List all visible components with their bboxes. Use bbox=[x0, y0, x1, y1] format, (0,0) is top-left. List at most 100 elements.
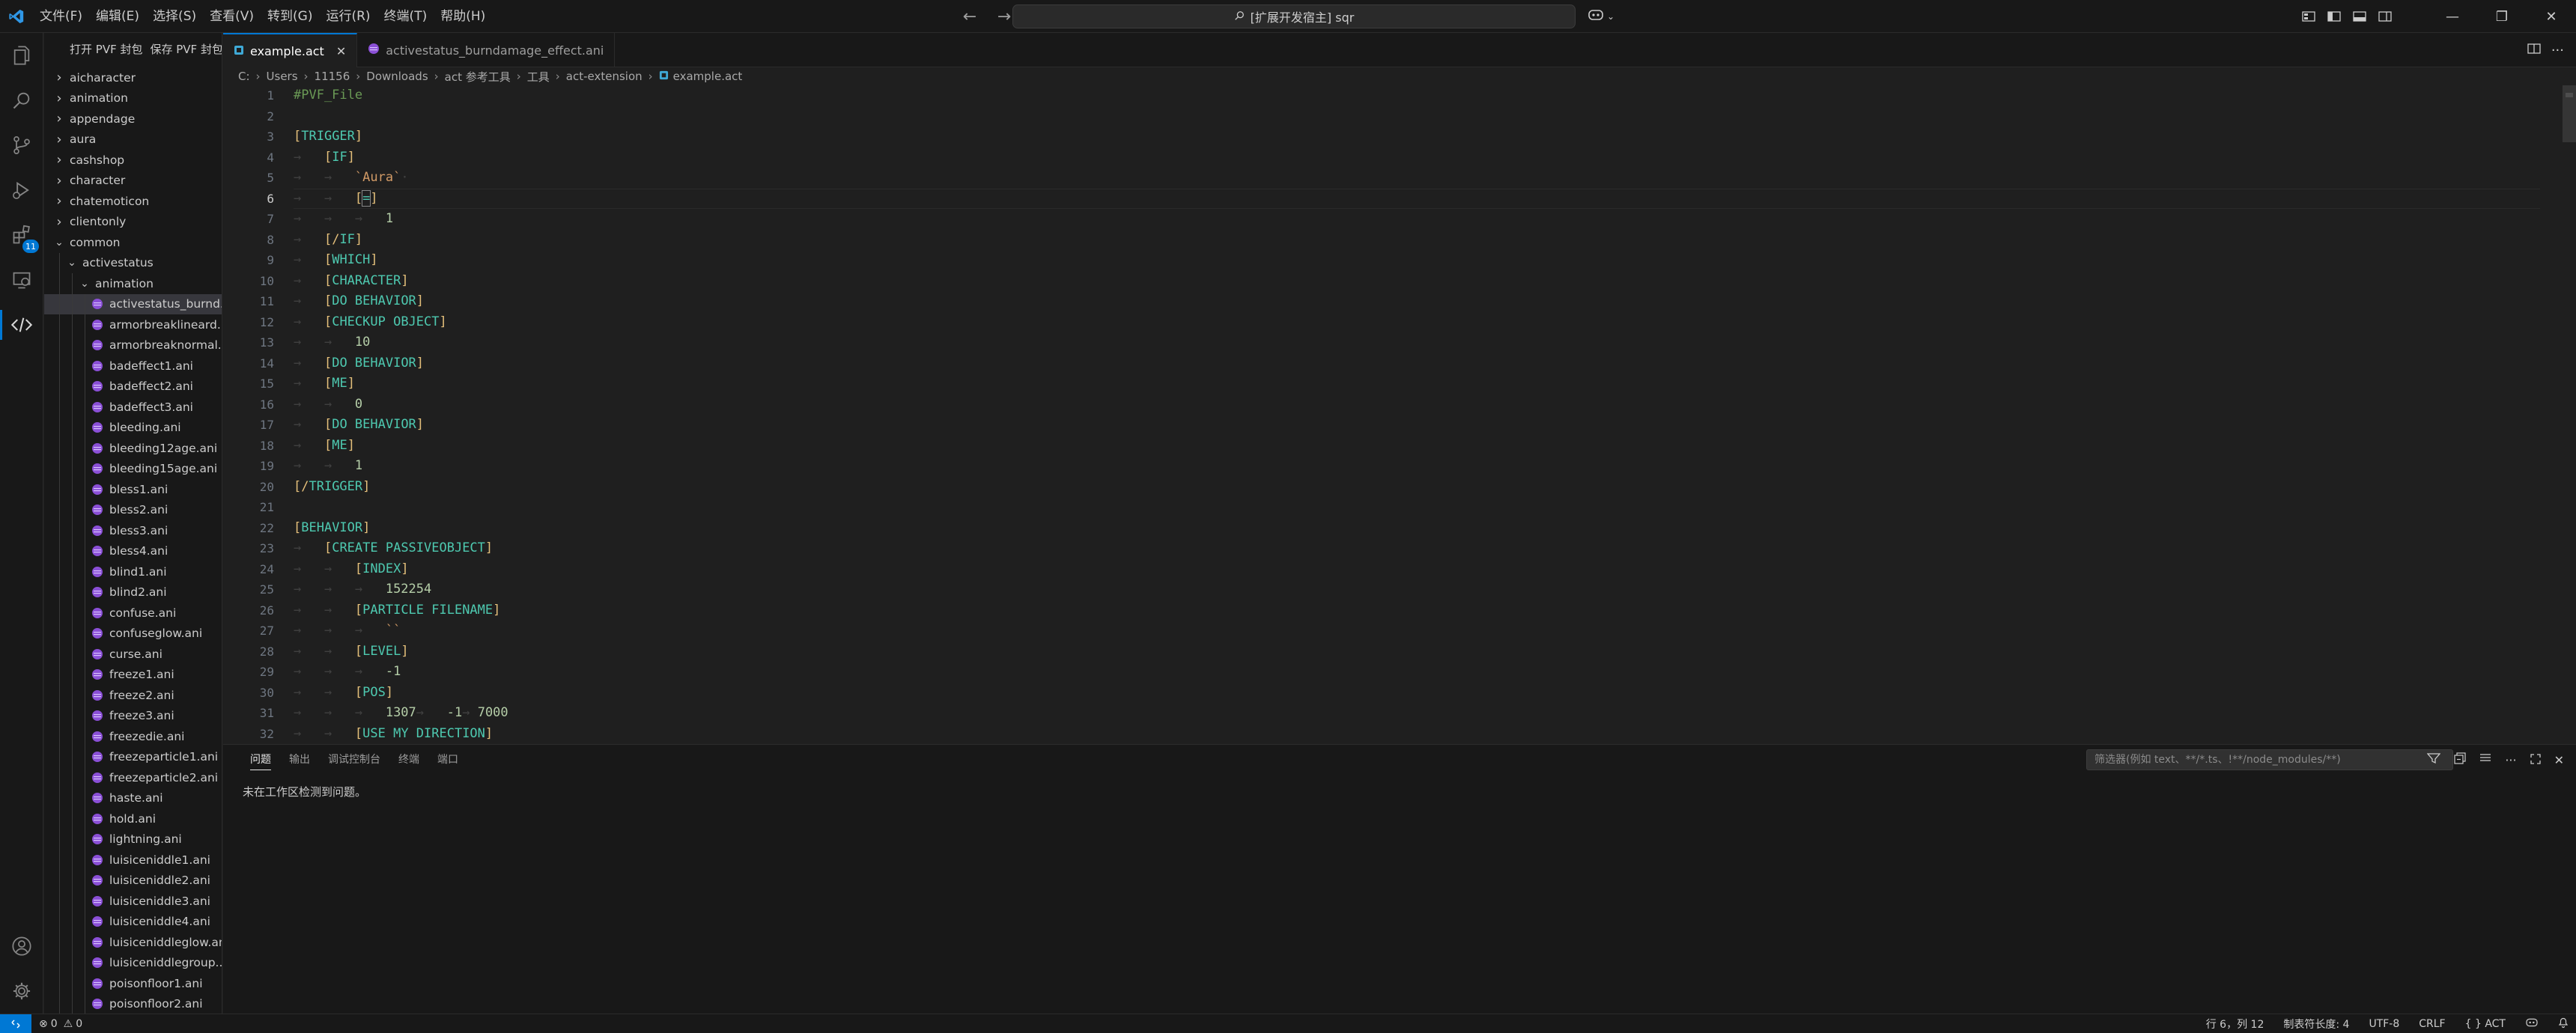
tree-file[interactable]: bleeding12age.ani bbox=[44, 438, 222, 459]
tree-file[interactable]: freezeparticle1.ani bbox=[44, 746, 222, 767]
back-arrow-icon[interactable]: ← bbox=[959, 7, 981, 26]
code-line[interactable] bbox=[294, 106, 508, 127]
panel-tab[interactable]: 端口 bbox=[428, 745, 467, 775]
restore-icon[interactable]: ❐ bbox=[2477, 0, 2527, 33]
close-panel-icon[interactable]: ✕ bbox=[2554, 753, 2564, 767]
more-actions-icon[interactable]: ··· bbox=[2505, 753, 2516, 767]
minimize-icon[interactable]: — bbox=[2428, 0, 2477, 33]
menu-item[interactable]: 终端(T) bbox=[377, 0, 434, 33]
tab-ani-file[interactable]: activestatus_burndamage_effect.ani bbox=[357, 33, 616, 67]
tree-file[interactable]: activestatus_burnd... bbox=[44, 293, 222, 314]
panel-tab[interactable]: 问题 bbox=[241, 745, 280, 775]
tree-file[interactable]: haste.ani bbox=[44, 787, 222, 808]
tree-file[interactable]: luisiceniddle4.ani bbox=[44, 911, 222, 932]
language-mode[interactable]: { } ACT bbox=[2465, 1018, 2506, 1030]
tree-folder[interactable]: › aicharacter bbox=[44, 67, 222, 88]
code-line[interactable] bbox=[294, 497, 508, 518]
code-line[interactable]: → [DO BEHAVIOR] bbox=[294, 415, 508, 436]
tree-file[interactable]: bless3.ani bbox=[44, 520, 222, 541]
remote-explorer-icon[interactable] bbox=[0, 258, 43, 302]
code-line[interactable]: → → 0 bbox=[294, 394, 508, 415]
breadcrumb-item[interactable]: C: bbox=[238, 70, 250, 83]
tree-file[interactable]: confuseglow.ani bbox=[44, 623, 222, 644]
tree-folder[interactable]: ⌄ animation bbox=[44, 273, 222, 294]
tree-file[interactable]: blind1.ani bbox=[44, 561, 222, 582]
code-line[interactable]: → [CHECKUP OBJECT] bbox=[294, 312, 508, 333]
tree-folder[interactable]: ⌄ common bbox=[44, 232, 222, 253]
code-line[interactable]: → [CREATE PASSIVEOBJECT] bbox=[294, 538, 508, 559]
command-center-search[interactable]: [扩展开发宿主] sqr bbox=[1012, 4, 1576, 28]
tree-file[interactable]: badeffect1.ani bbox=[44, 356, 222, 377]
source-control-icon[interactable] bbox=[0, 123, 43, 168]
code-line[interactable]: → → [LEVEL] bbox=[294, 642, 508, 662]
tree-file[interactable]: luisiceniddle1.ani bbox=[44, 850, 222, 871]
tree-file[interactable]: freeze3.ani bbox=[44, 705, 222, 726]
collapse-all-icon[interactable] bbox=[2454, 752, 2466, 767]
notifications-icon[interactable] bbox=[2558, 1017, 2569, 1032]
more-actions-icon[interactable]: ··· bbox=[2551, 43, 2564, 58]
code-line[interactable]: → [DO BEHAVIOR] bbox=[294, 291, 508, 312]
code-line[interactable]: → → [PARTICLE FILENAME] bbox=[294, 600, 508, 621]
tree-file[interactable]: freezedie.ani bbox=[44, 726, 222, 747]
code-line[interactable]: → → 10 bbox=[294, 332, 508, 353]
tab-example-act[interactable]: example.act ✕ bbox=[223, 33, 358, 67]
code-line[interactable]: #PVF_File bbox=[294, 85, 508, 106]
tab-size[interactable]: 制表符长度: 4 bbox=[2283, 1017, 2349, 1032]
code-editor[interactable]: 1 2 3 4 5 6 7 8 9 10 11 12 13 14 15 16 17 18 19 20 21 22 23 24 2… bbox=[223, 85, 2576, 744]
code-line[interactable]: [TRIGGER] bbox=[294, 127, 508, 147]
tree-file[interactable]: badeffect3.ani bbox=[44, 397, 222, 418]
tree-file[interactable]: freeze2.ani bbox=[44, 685, 222, 706]
filter-icon[interactable] bbox=[2426, 752, 2441, 767]
run-debug-icon[interactable] bbox=[0, 168, 43, 213]
tree-folder[interactable]: › animation bbox=[44, 88, 222, 109]
tree-file[interactable]: blind2.ani bbox=[44, 582, 222, 603]
cursor-position[interactable]: 行 6，列 12 bbox=[2206, 1017, 2264, 1032]
tree-file[interactable]: freeze1.ani bbox=[44, 664, 222, 685]
tree-file[interactable]: luisiceniddleglow.ani bbox=[44, 932, 222, 953]
menu-item[interactable]: 选择(S) bbox=[146, 0, 203, 33]
problems-status[interactable]: ⊗ 0 ⚠ 0 bbox=[39, 1018, 82, 1030]
tree-file[interactable]: lightning.ani bbox=[44, 829, 222, 850]
breadcrumb-item[interactable]: 11156 bbox=[315, 70, 350, 83]
code-line[interactable]: → → [INDEX] bbox=[294, 559, 508, 580]
code-line[interactable]: → [CHARACTER] bbox=[294, 271, 508, 292]
code-line[interactable]: → → → 1 bbox=[294, 209, 508, 230]
tree-file[interactable]: badeffect2.ani bbox=[44, 376, 222, 397]
code-line[interactable]: → → `Aura`· bbox=[294, 168, 508, 189]
tree-file[interactable]: freezeparticle2.ani bbox=[44, 767, 222, 788]
code-line[interactable]: [BEHAVIOR] bbox=[294, 518, 508, 539]
account-icon[interactable] bbox=[0, 924, 43, 969]
code-line[interactable]: → [/IF] bbox=[294, 230, 508, 251]
code-line[interactable]: → → [=] bbox=[294, 189, 508, 210]
tree-file[interactable]: poisonfloor1.ani bbox=[44, 973, 222, 994]
tree-file[interactable]: armorbreaknormal.... bbox=[44, 335, 222, 356]
code-line[interactable]: → [ME] bbox=[294, 436, 508, 457]
tree-file[interactable]: luisiceniddle3.ani bbox=[44, 891, 222, 912]
sidebar-toolbar-button[interactable]: 保存 PVF 封包 bbox=[150, 41, 222, 57]
tree-folder[interactable]: › clientonly bbox=[44, 212, 222, 233]
tree-folder[interactable]: › character bbox=[44, 171, 222, 192]
tree-folder[interactable]: ⌄ activestatus bbox=[44, 252, 222, 273]
tree-file[interactable]: curse.ani bbox=[44, 644, 222, 665]
code-line[interactable]: → → 1 bbox=[294, 456, 508, 477]
code-line[interactable]: → → [POS] bbox=[294, 683, 508, 704]
code-line[interactable]: → → → -1 bbox=[294, 662, 508, 683]
tree-file[interactable]: bless2.ani bbox=[44, 499, 222, 520]
breadcrumb-item[interactable]: act-extension bbox=[566, 70, 643, 83]
panel-tab[interactable]: 输出 bbox=[280, 745, 319, 775]
close-icon[interactable]: ✕ bbox=[336, 44, 346, 58]
code-content[interactable]: #PVF_File [TRIGGER] → [IF] → → `Aura`· → → [… bbox=[294, 85, 508, 744]
tree-file[interactable]: poisonfloor2.ani bbox=[44, 993, 222, 1014]
tree-folder[interactable]: › cashshop bbox=[44, 150, 222, 171]
code-line[interactable]: → → [USE MY DIRECTION] bbox=[294, 724, 508, 745]
toggle-primary-sidebar-icon[interactable] bbox=[2321, 0, 2347, 33]
toggle-panel-icon[interactable] bbox=[2347, 0, 2372, 33]
pvf-extension-icon[interactable] bbox=[0, 302, 43, 347]
explorer-icon[interactable] bbox=[0, 33, 43, 78]
breadcrumb-item[interactable]: Users bbox=[267, 70, 298, 83]
code-line[interactable]: → → → `` bbox=[294, 621, 508, 642]
panel-tab[interactable]: 调试控制台 bbox=[319, 745, 389, 775]
menu-item[interactable]: 帮助(H) bbox=[434, 0, 492, 33]
tree-file[interactable]: luisiceniddlegroup.... bbox=[44, 952, 222, 973]
code-line[interactable]: [/TRIGGER] bbox=[294, 477, 508, 498]
